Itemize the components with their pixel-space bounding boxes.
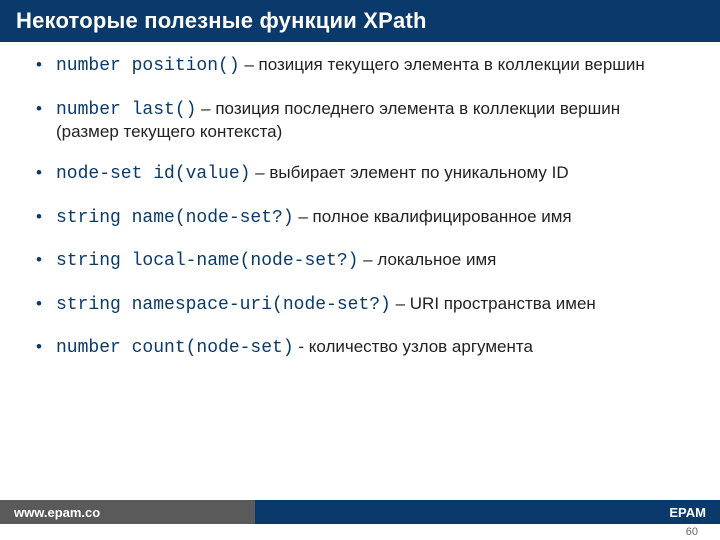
function-desc: – выбирает элемент по уникальному ID [250, 163, 568, 182]
bullet-icon: • [36, 336, 42, 357]
function-code: number position() [56, 56, 240, 76]
function-code: string local-name(node-set?) [56, 251, 358, 271]
function-code: number count(node-set) [56, 338, 294, 358]
function-list: • number position() – позиция текущего э… [36, 54, 684, 360]
function-desc: – локальное имя [358, 250, 496, 269]
list-item: • node-set id(value) – выбирает элемент … [36, 162, 684, 186]
bullet-icon: • [36, 54, 42, 75]
bullet-icon: • [36, 98, 42, 119]
bullet-icon: • [36, 162, 42, 183]
list-item: • number last() – позиция последнего эле… [36, 98, 684, 143]
function-desc: - количество узлов аргумента [294, 337, 533, 356]
bullet-icon: • [36, 249, 42, 270]
list-item: • string name(node-set?) – полное квалиф… [36, 206, 684, 230]
slide-title: Некоторые полезные функции XPath [0, 0, 720, 42]
list-item: • string namespace-uri(node-set?) – URI … [36, 293, 684, 317]
function-code: string namespace-uri(node-set?) [56, 295, 391, 315]
footer-bar: www.epam.co EPAM [0, 500, 720, 524]
function-desc: – URI пространства имен [391, 294, 596, 313]
bullet-icon: • [36, 206, 42, 227]
footer-brand: EPAM [255, 500, 720, 524]
function-code: node-set id(value) [56, 164, 250, 184]
bullet-icon: • [36, 293, 42, 314]
function-desc: – полное квалифицированное имя [294, 207, 572, 226]
list-item: • number position() – позиция текущего э… [36, 54, 684, 78]
page-number: 60 [686, 526, 698, 538]
function-desc: – позиция текущего элемента в коллекции … [240, 55, 645, 74]
function-code: number last() [56, 100, 196, 120]
footer-url: www.epam.co [0, 500, 255, 524]
list-item: • number count(node-set) - количество уз… [36, 336, 684, 360]
list-item: • string local-name(node-set?) – локальн… [36, 249, 684, 273]
function-code: string name(node-set?) [56, 208, 294, 228]
slide-content: • number position() – позиция текущего э… [0, 42, 720, 360]
